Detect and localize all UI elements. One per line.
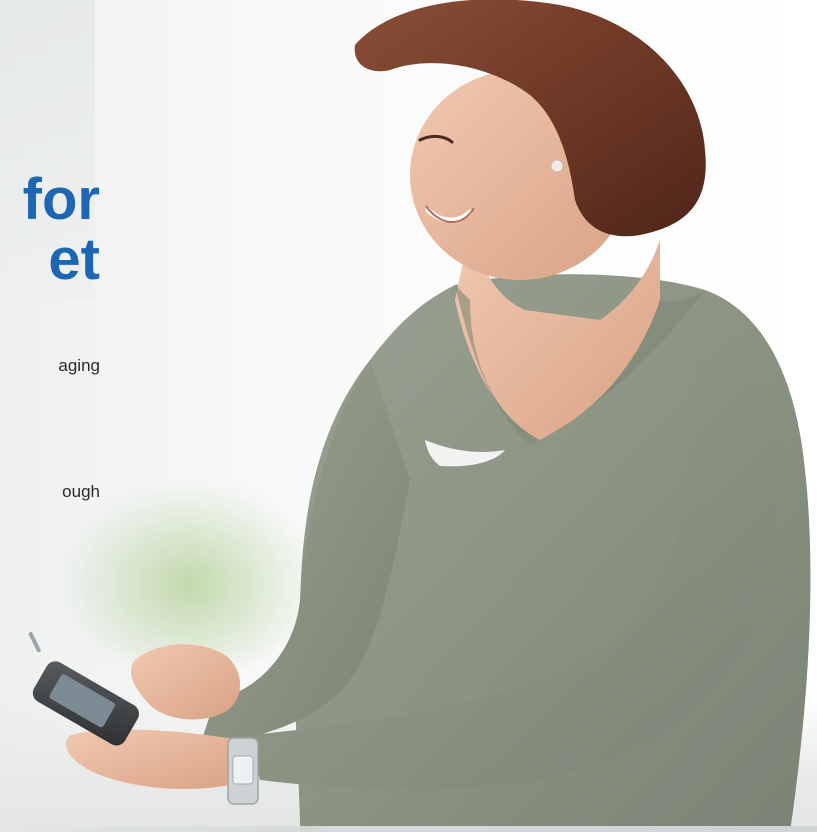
hero-banner: for et aging ough: [0, 0, 817, 832]
wristwatch-icon: [227, 737, 259, 805]
hand-right: [66, 729, 250, 790]
handheld-device-icon: [28, 632, 139, 746]
hand-left: [130, 644, 240, 720]
bottom-edge: [0, 826, 817, 832]
woman-using-device-photo: [28, 0, 811, 832]
earring: [550, 159, 564, 173]
